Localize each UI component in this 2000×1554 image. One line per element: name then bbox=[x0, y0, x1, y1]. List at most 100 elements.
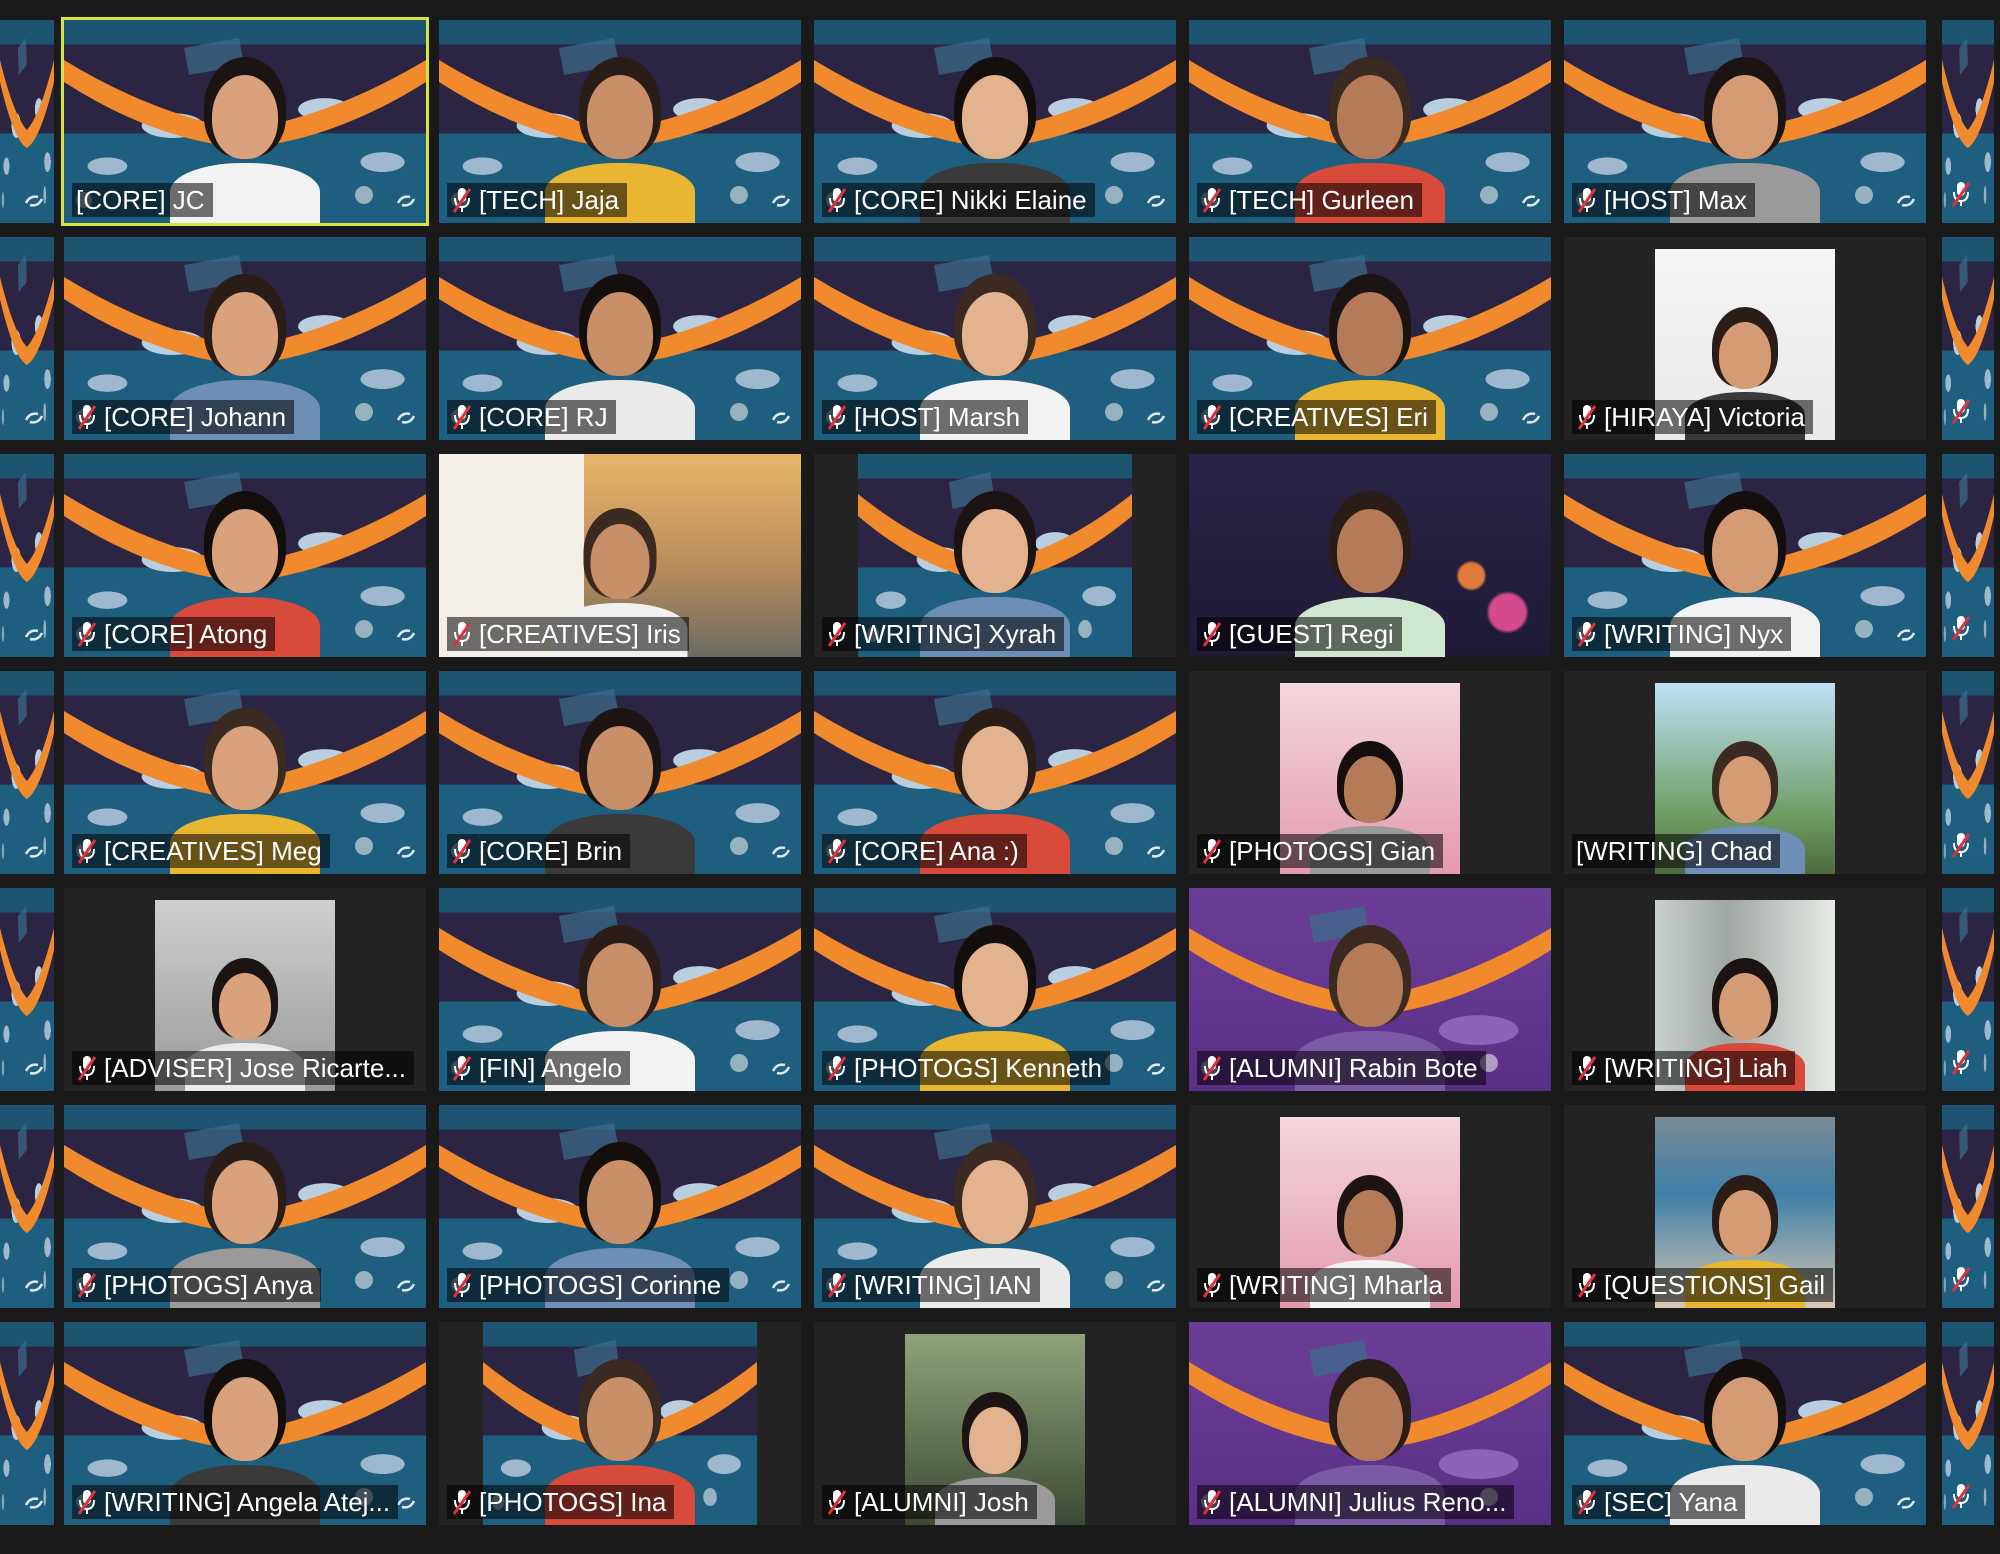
microphone-muted-icon bbox=[452, 839, 472, 864]
participant-name-label: [TECH] Gurleen bbox=[1197, 183, 1422, 217]
offscreen-participant-tile[interactable] bbox=[0, 454, 54, 657]
participant-name: [CORE] RJ bbox=[479, 402, 608, 432]
offscreen-participant-tile[interactable] bbox=[1942, 1322, 1994, 1525]
background-sync-icon bbox=[24, 412, 44, 424]
background-sync-icon bbox=[1896, 195, 1916, 207]
participant-name: [ALUMNI] Josh bbox=[854, 1487, 1029, 1517]
participant-name: [SEC] Yana bbox=[1604, 1487, 1738, 1517]
microphone-muted-icon bbox=[827, 839, 847, 864]
participant-name: [HOST] Marsh bbox=[854, 402, 1021, 432]
background-sync-icon bbox=[1896, 629, 1916, 641]
participant-tile[interactable]: [TECH] Gurleen bbox=[1189, 20, 1551, 223]
participant-tile[interactable]: [HOST] Marsh bbox=[814, 237, 1176, 440]
microphone-muted-icon bbox=[1202, 405, 1222, 430]
participant-tile[interactable]: [ALUMNI] Julius Reno... bbox=[1189, 1322, 1551, 1525]
participant-tile[interactable]: [ALUMNI] Rabin Bote bbox=[1189, 888, 1551, 1091]
participant-name-label: [WRITING] Xyrah bbox=[822, 617, 1065, 651]
participant-tile[interactable]: [TECH] Jaja bbox=[439, 20, 801, 223]
participant-name-label: [WRITING] Mharla bbox=[1197, 1268, 1451, 1302]
participant-name-label: [CORE] JC bbox=[72, 183, 213, 217]
background-sync-icon bbox=[1146, 195, 1166, 207]
participant-tile[interactable]: [WRITING] Chad bbox=[1564, 671, 1926, 874]
participant-name-label: [CORE] Brin bbox=[447, 834, 631, 868]
participant-name-label: [PHOTOGS] Gian bbox=[1197, 834, 1444, 868]
participant-tile[interactable]: [CORE] Ana :) bbox=[814, 671, 1176, 874]
participant-tile[interactable]: [HOST] Max bbox=[1564, 20, 1926, 223]
participant-tile[interactable]: [CORE] Nikki Elaine bbox=[814, 20, 1176, 223]
microphone-muted-icon bbox=[452, 622, 472, 647]
participant-name-label: [TECH] Jaja bbox=[447, 183, 628, 217]
offscreen-participant-tile[interactable] bbox=[1942, 237, 1994, 440]
microphone-muted-icon bbox=[1577, 1056, 1597, 1081]
background-sync-icon bbox=[396, 846, 416, 858]
participant-name: [GUEST] Regi bbox=[1229, 619, 1394, 649]
participant-tile[interactable]: [HIRAYA] Victoria bbox=[1564, 237, 1926, 440]
microphone-muted-icon bbox=[77, 622, 97, 647]
participant-tile[interactable]: [ALUMNI] Josh bbox=[814, 1322, 1176, 1525]
participant-tile[interactable]: [SEC] Yana bbox=[1564, 1322, 1926, 1525]
participant-tile[interactable]: [WRITING] Nyx bbox=[1564, 454, 1926, 657]
offscreen-participant-tile[interactable] bbox=[0, 888, 54, 1091]
background-sync-icon bbox=[1521, 195, 1541, 207]
participant-tile[interactable]: [QUESTIONS] Gail bbox=[1564, 1105, 1926, 1308]
participant-name-label: [WRITING] Chad bbox=[1572, 834, 1781, 868]
participant-name: [CORE] Atong bbox=[104, 619, 268, 649]
participant-name: [TECH] Gurleen bbox=[1229, 185, 1414, 215]
participant-name-label: [HOST] Max bbox=[1572, 183, 1756, 217]
offscreen-participant-tile[interactable] bbox=[0, 237, 54, 440]
offscreen-participant-tile[interactable] bbox=[1942, 888, 1994, 1091]
participant-tile[interactable]: [PHOTOGS] Ina bbox=[439, 1322, 801, 1525]
participant-name: [FIN] Angelo bbox=[479, 1053, 623, 1083]
offscreen-participant-tile[interactable] bbox=[1942, 20, 1994, 223]
participant-tile[interactable]: [WRITING] IAN bbox=[814, 1105, 1176, 1308]
participant-name: [PHOTOGS] Ina bbox=[479, 1487, 667, 1517]
participant-name: [PHOTOGS] Anya bbox=[104, 1270, 314, 1300]
participant-tile[interactable]: [WRITING] Angela Atej... bbox=[64, 1322, 426, 1525]
offscreen-participant-tile[interactable] bbox=[1942, 1105, 1994, 1308]
background-sync-icon bbox=[1146, 412, 1166, 424]
participant-name: [ALUMNI] Julius Reno... bbox=[1229, 1487, 1507, 1517]
participant-name-label: [ALUMNI] Josh bbox=[822, 1485, 1037, 1519]
participant-name-label: [ADVISER] Jose Ricarte... bbox=[72, 1051, 414, 1085]
participant-name-label: [SEC] Yana bbox=[1572, 1485, 1746, 1519]
offscreen-participant-tile[interactable] bbox=[0, 1322, 54, 1525]
participant-name: [WRITING] Nyx bbox=[1604, 619, 1784, 649]
participant-name-label: [CORE] Ana :) bbox=[822, 834, 1027, 868]
participant-name-label: [CORE] Johann bbox=[72, 400, 295, 434]
participant-name: [WRITING] Xyrah bbox=[854, 619, 1057, 649]
participant-tile[interactable]: [PHOTOGS] Kenneth bbox=[814, 888, 1176, 1091]
background-sync-icon bbox=[24, 1280, 44, 1292]
participant-tile[interactable]: [PHOTOGS] Anya bbox=[64, 1105, 426, 1308]
participant-tile[interactable]: [CORE] Brin bbox=[439, 671, 801, 874]
participant-tile[interactable]: [GUEST] Regi bbox=[1189, 454, 1551, 657]
microphone-muted-icon bbox=[1951, 616, 1971, 641]
participant-tile[interactable]: [PHOTOGS] Corinne bbox=[439, 1105, 801, 1308]
participant-tile[interactable]: [ADVISER] Jose Ricarte... bbox=[64, 888, 426, 1091]
offscreen-participant-tile[interactable] bbox=[1942, 671, 1994, 874]
participant-tile[interactable]: [CREATIVES] Iris bbox=[439, 454, 801, 657]
background-sync-icon bbox=[24, 846, 44, 858]
offscreen-participant-tile[interactable] bbox=[0, 20, 54, 223]
participant-name-label: [ALUMNI] Julius Reno... bbox=[1197, 1485, 1515, 1519]
participant-name-label: [CREATIVES] Eri bbox=[1197, 400, 1436, 434]
participant-tile[interactable]: [CORE] Johann bbox=[64, 237, 426, 440]
offscreen-participant-tile[interactable] bbox=[0, 671, 54, 874]
microphone-muted-icon bbox=[77, 839, 97, 864]
microphone-muted-icon bbox=[1577, 405, 1597, 430]
participant-tile[interactable]: [CREATIVES] Eri bbox=[1189, 237, 1551, 440]
participant-tile[interactable]: [CORE] JC bbox=[61, 17, 429, 226]
microphone-muted-icon bbox=[827, 188, 847, 213]
participant-tile[interactable]: [FIN] Angelo bbox=[439, 888, 801, 1091]
offscreen-participant-tile[interactable] bbox=[1942, 454, 1994, 657]
offscreen-participant-tile[interactable] bbox=[0, 1105, 54, 1308]
participant-name: [ALUMNI] Rabin Bote bbox=[1229, 1053, 1478, 1083]
participant-tile[interactable]: [WRITING] Mharla bbox=[1189, 1105, 1551, 1308]
participant-tile[interactable]: [CREATIVES] Meg bbox=[64, 671, 426, 874]
participant-tile[interactable]: [CORE] RJ bbox=[439, 237, 801, 440]
video-gallery: [CORE] JC [TECH] Jaja [CORE] Nikki Elaine [… bbox=[0, 0, 2000, 1554]
participant-tile[interactable]: [PHOTOGS] Gian bbox=[1189, 671, 1551, 874]
microphone-muted-icon bbox=[1202, 1056, 1222, 1081]
participant-tile[interactable]: [CORE] Atong bbox=[64, 454, 426, 657]
participant-tile[interactable]: [WRITING] Xyrah bbox=[814, 454, 1176, 657]
participant-tile[interactable]: [WRITING] Liah bbox=[1564, 888, 1926, 1091]
